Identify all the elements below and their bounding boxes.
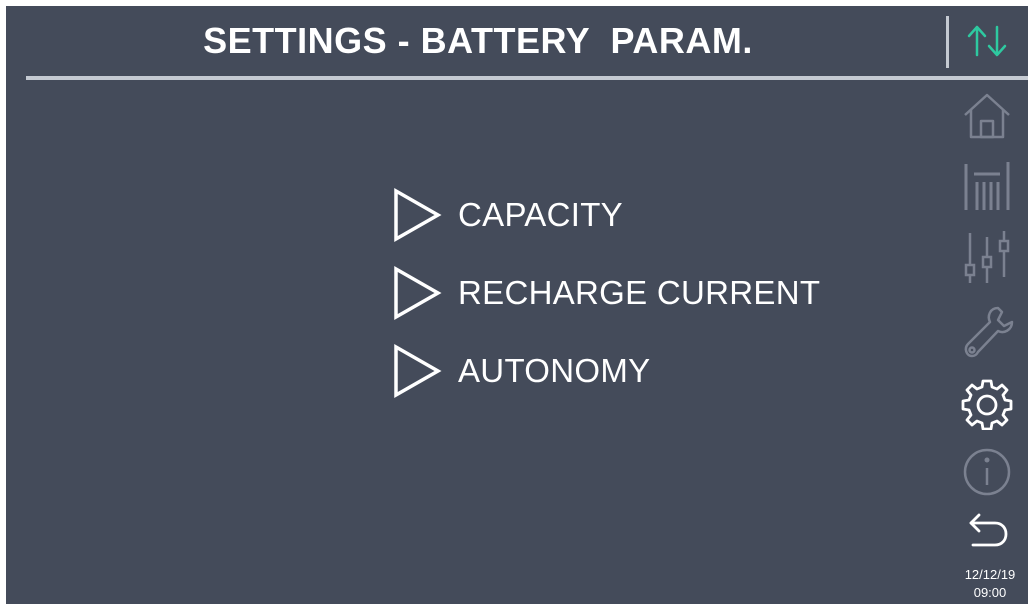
- menu-item-label: AUTONOMY: [458, 352, 651, 389]
- sliders-icon: [964, 231, 1010, 283]
- measurements-icon: [964, 162, 1010, 210]
- sidebar-item-settings[interactable]: [952, 374, 1022, 434]
- sidebar-item-info[interactable]: [952, 444, 1022, 500]
- menu-item-recharge-current[interactable]: RECHARGE CURRENT: [390, 254, 820, 332]
- gear-icon: [961, 379, 1013, 430]
- wrench-icon: [964, 306, 1014, 358]
- play-arrow-icon: [394, 265, 442, 321]
- screen: SETTINGS - BATTERY PARAM. CAPACITY RECHA…: [6, 6, 1028, 604]
- status-time: 09:00: [973, 585, 1007, 600]
- menu-item-autonomy[interactable]: AUTONOMY: [390, 332, 820, 410]
- status-date: 12/12/19: [964, 567, 1016, 582]
- page-title: SETTINGS - BATTERY PARAM.: [203, 20, 753, 61]
- sidebar-item-measurements[interactable]: [952, 156, 1022, 216]
- menu-item-label: CAPACITY: [458, 196, 623, 233]
- sidebar-item-home[interactable]: [952, 88, 1022, 144]
- play-arrow-icon: [394, 343, 442, 399]
- title-divider: [26, 76, 1028, 80]
- play-arrow-icon: [394, 187, 442, 243]
- up-down-arrows-icon: [967, 25, 1007, 57]
- info-icon: [963, 448, 1011, 496]
- status-datetime: 12/12/19 09:00: [952, 566, 1028, 602]
- sidebar-item-sliders[interactable]: [952, 228, 1022, 288]
- sidebar-divider: [946, 16, 949, 68]
- menu-item-capacity[interactable]: CAPACITY: [390, 176, 820, 254]
- menu-item-label: RECHARGE CURRENT: [458, 274, 821, 311]
- home-icon: [964, 93, 1010, 139]
- sidebar-item-tools[interactable]: [952, 302, 1022, 362]
- battery-param-menu: CAPACITY RECHARGE CURRENT AUTONOMY: [390, 176, 820, 410]
- sidebar-item-back[interactable]: [952, 506, 1022, 556]
- sidebar-item-scroll[interactable]: [952, 18, 1022, 64]
- back-icon: [969, 513, 1008, 547]
